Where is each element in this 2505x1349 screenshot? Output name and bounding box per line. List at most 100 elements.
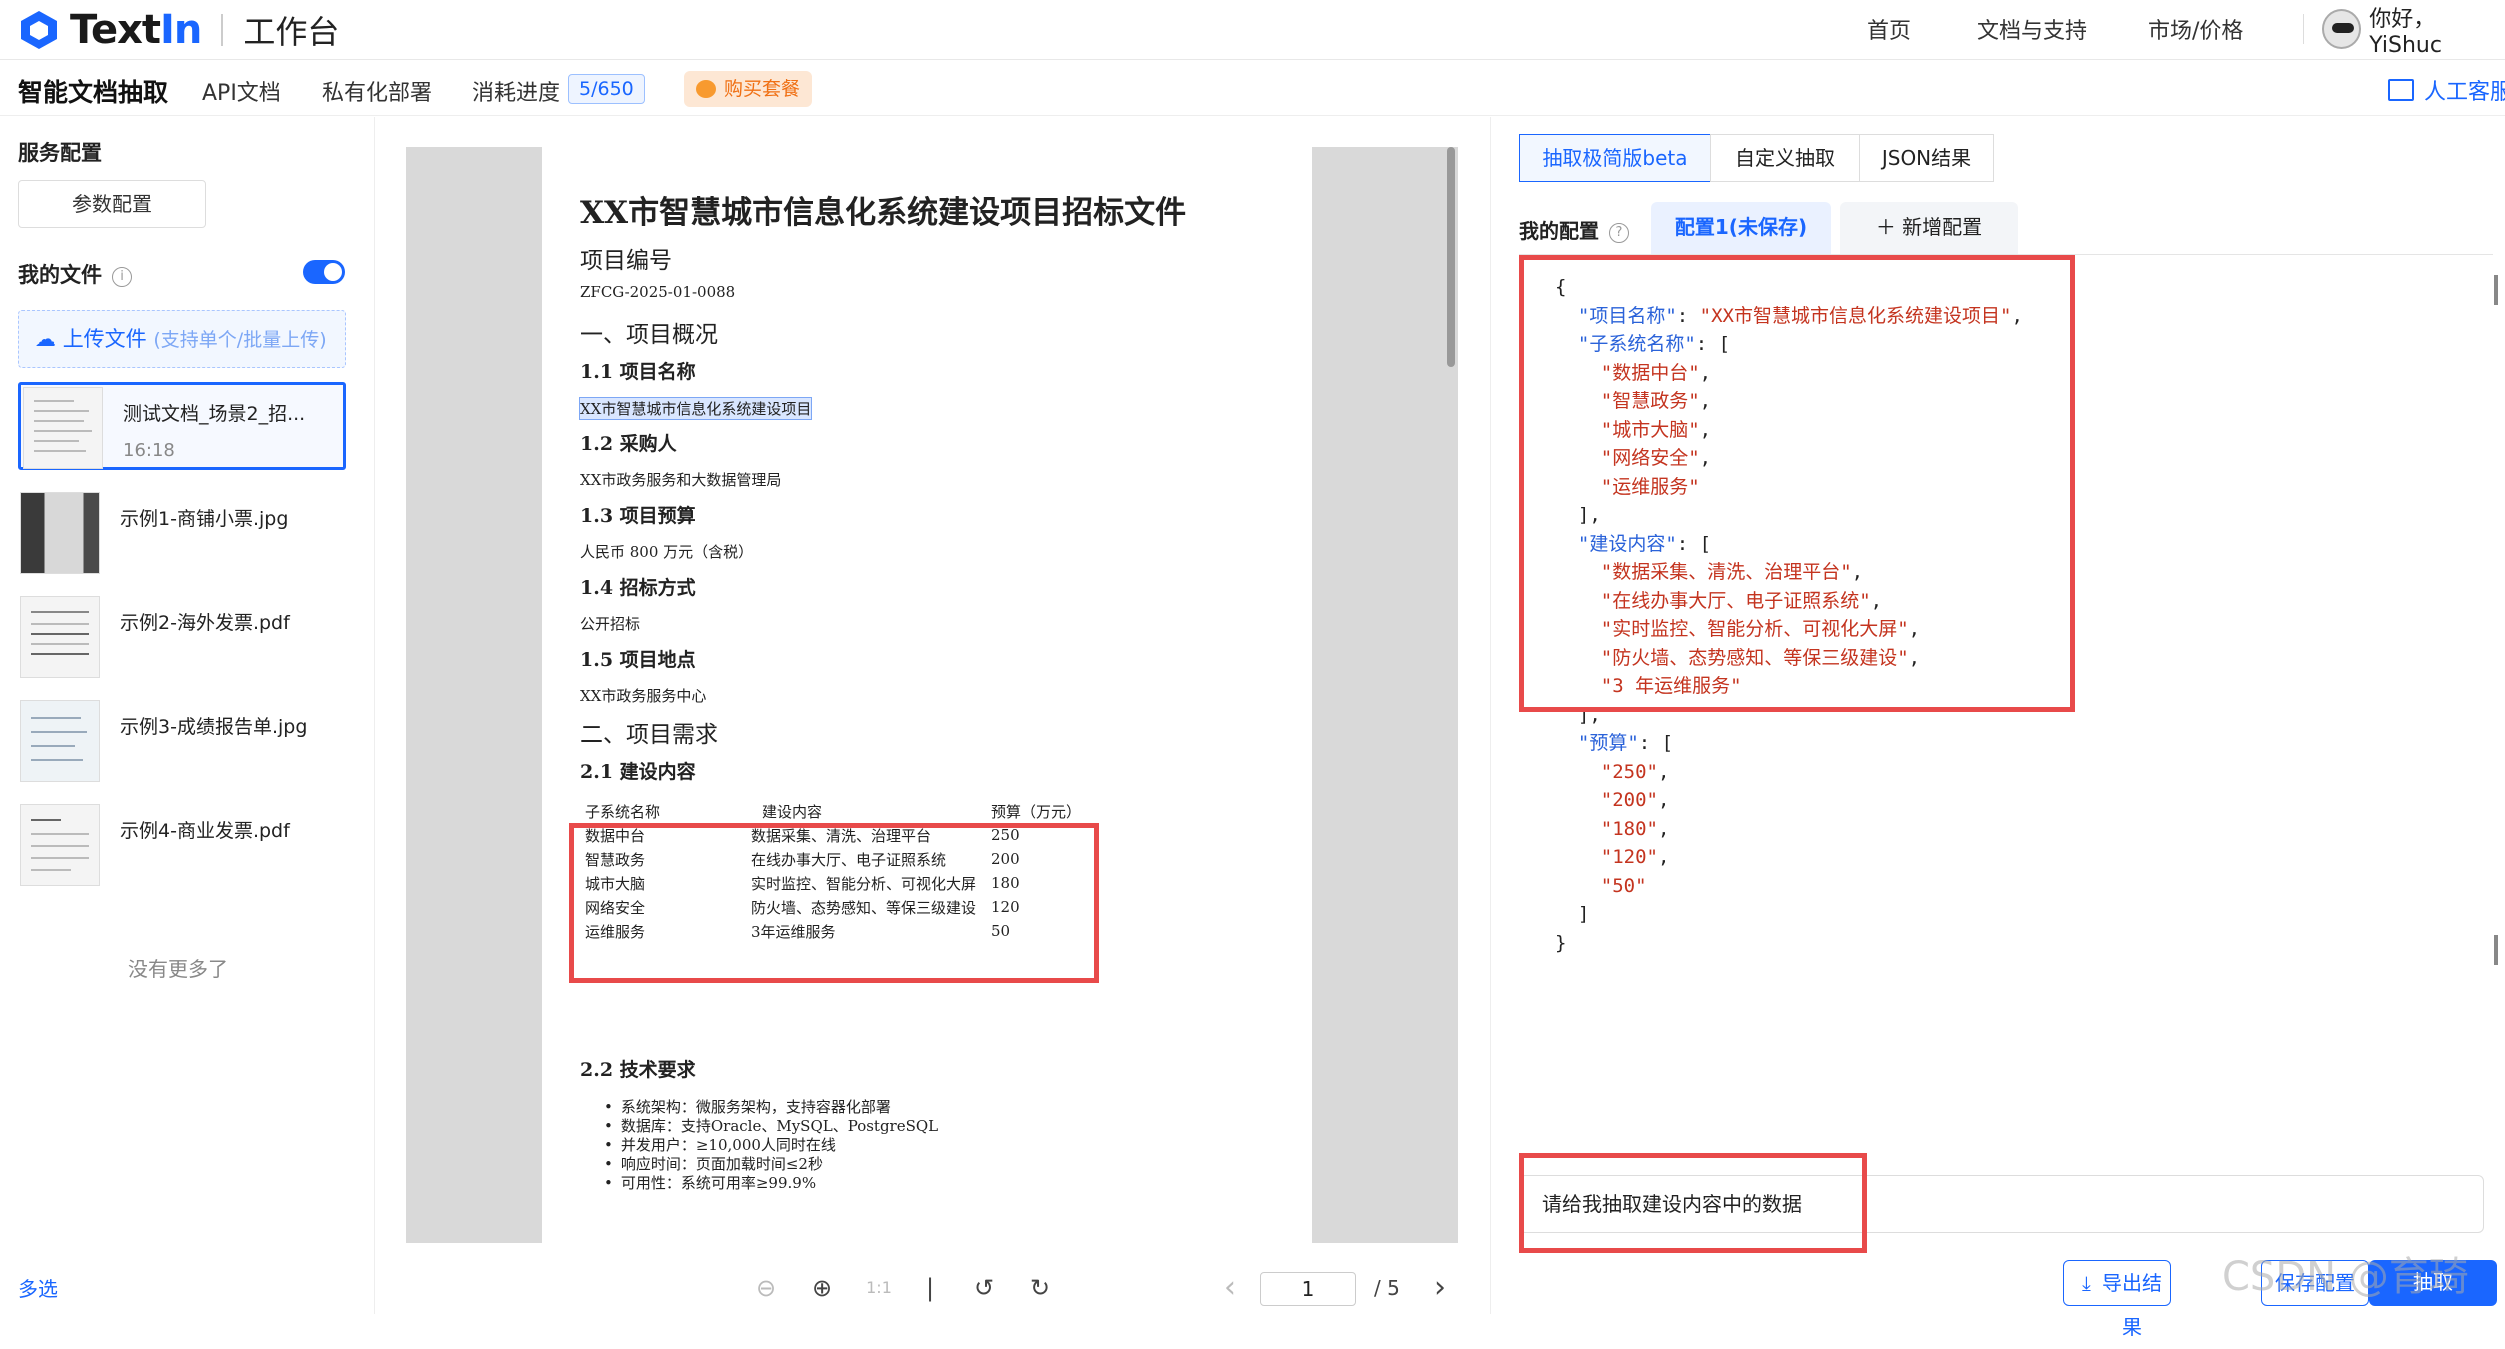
file-thumbnail: [20, 596, 100, 678]
file-name: 示例4-商业发票.pdf: [120, 820, 290, 842]
file-sidebar: 服务配置 参数配置 我的文件 i ☁ 上传文件 (支持单个/批量上传) 测试文档_…: [0, 117, 375, 1314]
file-item[interactable]: 示例1-商铺小票.jpg: [18, 490, 346, 578]
json-line: "预算": [: [1577, 732, 1674, 754]
my-files-toggle[interactable]: [303, 260, 345, 284]
table-header: 预算（万元）: [991, 802, 1082, 821]
export-result-button[interactable]: ⤓ 导出结果: [2063, 1260, 2171, 1339]
viewer-scrollbar[interactable]: [1443, 147, 1457, 1243]
file-thumbnail: [20, 700, 100, 782]
prev-page-icon[interactable]: ‹: [1212, 1270, 1248, 1306]
export-label: 导出结果: [2102, 1271, 2162, 1339]
file-item[interactable]: 示例2-海外发票.pdf: [18, 594, 346, 682]
nav-home[interactable]: 首页: [1867, 13, 1911, 45]
download-icon: ⤓: [2082, 1271, 2091, 1295]
doc-text: XX市政务服务和大数据管理局: [580, 471, 782, 489]
highlight-box: [1519, 255, 2075, 712]
table-header: 建设内容: [762, 802, 823, 821]
doc-text: 公开招标: [580, 615, 641, 633]
config-tab-1[interactable]: 配置1(未保存): [1651, 202, 1831, 254]
page-number-input[interactable]: 1: [1260, 1272, 1356, 1306]
no-more-text: 没有更多了: [128, 957, 228, 981]
zoom-in-icon[interactable]: ⊕: [804, 1270, 840, 1306]
my-files-heading: 我的文件 i: [18, 259, 132, 289]
json-line: "50": [1600, 874, 1647, 897]
add-config-button[interactable]: ＋ 新增配置: [1840, 202, 2018, 254]
doc-heading: 项目编号: [580, 248, 672, 274]
usage-badge: 5/650: [568, 74, 645, 104]
watermark: CSDN @育琦: [2222, 1254, 2469, 1300]
doc-bullet: 可用性：系统可用率≥99.9%: [604, 1172, 816, 1193]
doc-subheading: 2.1 建设内容: [580, 761, 696, 783]
user-greeting: 你好，YiShuc: [2369, 6, 2442, 58]
param-config-button[interactable]: 参数配置: [18, 180, 206, 228]
plus-icon: ＋: [1875, 215, 1903, 239]
doc-heading: 二、项目需求: [580, 722, 718, 748]
avatar: [2322, 9, 2362, 49]
extraction-panel: 抽取极简版beta 自定义抽取 JSON结果 我的配置? 配置1(未保存) ＋ …: [1490, 117, 2505, 1339]
table-header: 子系统名称: [585, 802, 661, 821]
json-line: }: [1555, 931, 1567, 954]
file-item[interactable]: 示例3-成绩报告单.jpg: [18, 698, 346, 786]
upload-label: 上传文件: [62, 327, 147, 351]
highlight-box: [569, 823, 1099, 983]
file-item[interactable]: 测试文档_场景2_招... 16:18: [18, 382, 346, 470]
doc-bullet: 响应时间：页面加载时间≤2秒: [604, 1153, 823, 1174]
top-bar: TextIn 工作台 首页 文档与支持 市场/价格 你好，YiShuc: [0, 0, 2505, 60]
next-page-icon[interactable]: ›: [1422, 1270, 1458, 1306]
doc-bullet: 并发用户：≥10,000人同时在线: [604, 1134, 836, 1155]
table-header-row: 子系统名称 建设内容 预算（万元）: [582, 799, 1084, 823]
json-line: ]: [1555, 903, 1590, 925]
highlight-box: [1519, 1153, 1867, 1253]
actual-size-icon[interactable]: 1:1: [861, 1270, 897, 1306]
add-config-label: 新增配置: [1902, 215, 1983, 239]
cloud-upload-icon: ☁: [35, 327, 56, 351]
user-menu[interactable]: 你好，YiShuc: [2322, 6, 2505, 58]
doc-subheading: 1.3 项目预算: [580, 505, 696, 527]
customer-service-link[interactable]: 人工客服: [2388, 74, 2505, 106]
my-files-label: 我的文件: [18, 263, 102, 287]
editor-scrollbar[interactable]: [2494, 935, 2498, 965]
doc-bullet: 数据库：支持Oracle、MySQL、PostgreSQL: [604, 1115, 938, 1136]
doc-text: XX市智慧城市信息化系统建设项目: [578, 397, 813, 420]
top-nav: 首页 文档与支持 市场/价格: [0, 0, 2300, 58]
doc-bullet: 系统架构：微服务架构，支持容器化部署: [604, 1096, 891, 1117]
multi-select-link[interactable]: 多选: [18, 1273, 58, 1302]
user-divider: [2303, 14, 2304, 44]
nav-market-price[interactable]: 市场/价格: [2148, 13, 2243, 45]
upload-file-button[interactable]: ☁ 上传文件 (支持单个/批量上传): [18, 310, 346, 368]
doc-text: 人民币 800 万元（含税）: [580, 543, 754, 561]
nav-docs-support[interactable]: 文档与支持: [1977, 13, 2087, 45]
file-name: 测试文档_场景2_招...: [123, 403, 306, 425]
editor-scrollbar[interactable]: [2494, 275, 2498, 305]
tab-extract-lite[interactable]: 抽取极简版beta: [1519, 134, 1711, 182]
fit-width-icon[interactable]: |: [912, 1270, 948, 1306]
file-thumbnail: [20, 804, 100, 886]
my-config-label: 我的配置: [1519, 219, 1599, 243]
json-line: "200",: [1600, 789, 1670, 811]
doc-subheading: 1.5 项目地点: [580, 649, 696, 671]
document-page: XX市智慧城市信息化系统建设项目招标文件 项目编号 ZFCG-2025-01-0…: [542, 147, 1312, 1243]
viewer-toolbar: ⊖ ⊕ 1:1 | ↺ ↻ ‹ 1 / 5 ›: [376, 1270, 1446, 1306]
tab-json-result[interactable]: JSON结果: [1859, 134, 1994, 182]
tab-custom-extract[interactable]: 自定义抽取: [1710, 134, 1860, 182]
nav-private-deploy[interactable]: 私有化部署: [322, 75, 432, 107]
rotate-left-icon[interactable]: ↺: [966, 1270, 1002, 1306]
doc-title: XX市智慧城市信息化系统建设项目招标文件: [580, 195, 1187, 231]
doc-text: XX市政务服务中心: [580, 687, 707, 705]
doc-subheading: 1.2 采购人: [580, 433, 677, 455]
info-icon[interactable]: i: [112, 267, 132, 287]
buy-plan-button[interactable]: 购买套餐: [684, 71, 812, 107]
zoom-out-icon[interactable]: ⊖: [748, 1270, 784, 1306]
rotate-right-icon[interactable]: ↻: [1022, 1270, 1058, 1306]
file-time: 16:18: [123, 440, 175, 461]
file-thumbnail: [20, 492, 100, 574]
file-thumbnail: [23, 387, 103, 469]
file-item[interactable]: 示例4-商业发票.pdf: [18, 802, 346, 890]
service-config-heading: 服务配置: [18, 141, 102, 165]
nav-api-doc[interactable]: API文档: [202, 75, 281, 107]
file-name: 示例3-成绩报告单.jpg: [120, 716, 308, 738]
page-title[interactable]: 智能文档抽取: [18, 73, 168, 109]
json-line: "250",: [1600, 760, 1670, 783]
doc-subheading: 2.2 技术要求: [580, 1059, 696, 1081]
help-icon[interactable]: ?: [1609, 223, 1629, 243]
